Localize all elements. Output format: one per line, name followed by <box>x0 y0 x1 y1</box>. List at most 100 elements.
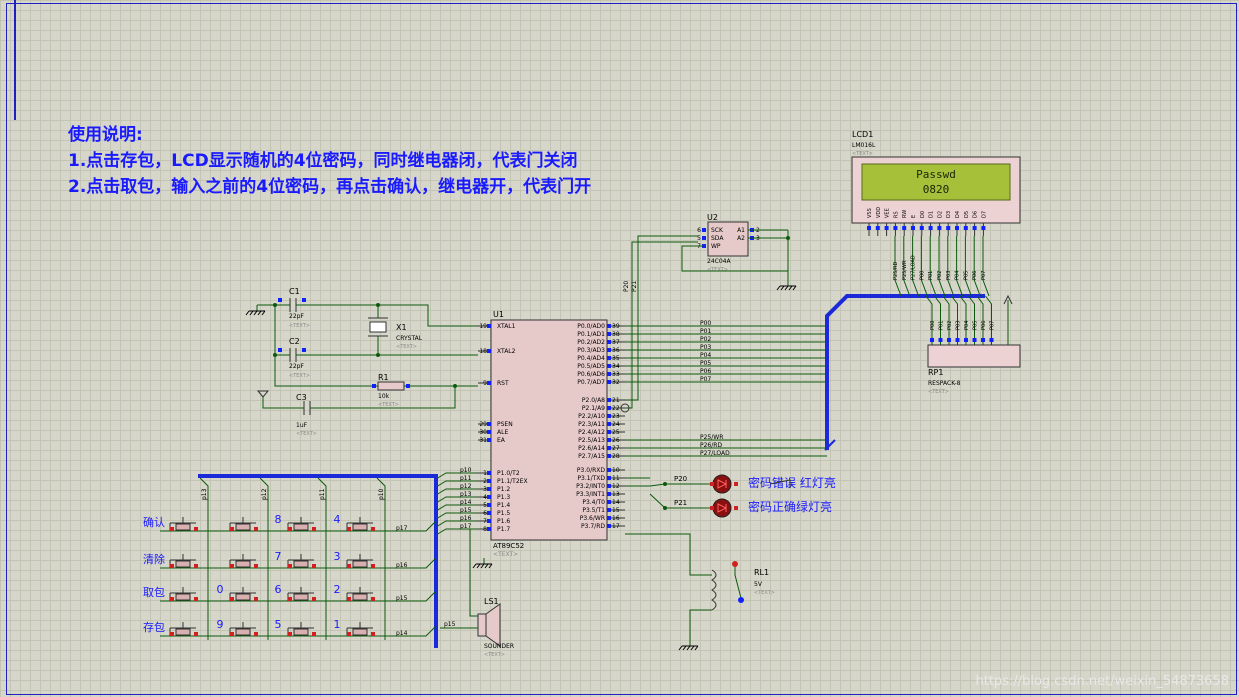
pin-marker <box>170 527 174 531</box>
rp-wire <box>959 295 967 345</box>
pin-marker <box>278 298 282 302</box>
lcd-bus-wire <box>938 236 946 297</box>
keypad-button-cap[interactable] <box>352 628 368 636</box>
relay-drive-wire <box>625 533 712 576</box>
keypad-col-wire <box>259 477 269 640</box>
keypad-button-cap[interactable] <box>235 523 251 531</box>
u2-ref: U2 <box>707 213 718 222</box>
lcd-bus-label: P25/WR <box>902 260 908 280</box>
u1-pin-num: 11 <box>612 475 620 482</box>
keypad-button-cap[interactable] <box>293 560 309 568</box>
u1-pin-name: XTAL1 <box>497 323 516 330</box>
keypad-button-cap[interactable] <box>175 628 191 636</box>
u1-pin-name: P0.7/AD7 <box>577 379 605 386</box>
pin-marker <box>302 298 306 302</box>
keypad-button-cap[interactable] <box>352 560 368 568</box>
keypad-button-cap[interactable] <box>175 560 191 568</box>
keypad-col-wire <box>317 477 327 640</box>
led-link-wire <box>649 483 666 487</box>
pin-marker <box>371 597 375 601</box>
keypad-row-name: 取包 <box>143 586 165 599</box>
keypad-button-cap[interactable] <box>352 593 368 601</box>
pin-marker <box>607 348 611 352</box>
r1-value: 10k <box>378 393 390 400</box>
keypad-button-cap[interactable] <box>175 523 191 531</box>
pin-marker <box>170 564 174 568</box>
u1-pin-num: 3 <box>483 486 487 493</box>
pin-marker <box>955 226 959 230</box>
pin-marker <box>230 597 234 601</box>
u2-pin-name: WP <box>711 243 721 250</box>
pin-marker <box>347 564 351 568</box>
p0-net-label: P07 <box>700 376 711 383</box>
pin-marker <box>288 527 292 531</box>
lcd-row1: Passwd <box>916 168 956 181</box>
rp-wire <box>951 295 958 345</box>
u2-pin-name: SDA <box>711 235 724 242</box>
lcd-pin-name: E <box>911 215 917 218</box>
rp1-tag: <TEXT> <box>928 389 949 395</box>
ls1-value: SOUNDER <box>484 643 514 650</box>
c1-ref: C1 <box>289 287 300 296</box>
keypad-button-cap[interactable] <box>352 523 368 531</box>
u2-pin-name: A2 <box>737 235 745 242</box>
u1-pin-name: P0.5/AD5 <box>577 363 605 370</box>
u1-pin-num: 33 <box>612 371 620 378</box>
pin-marker <box>312 597 316 601</box>
keypad-button-cap[interactable] <box>293 593 309 601</box>
u1-pin-name: P3.7/RD <box>581 523 605 530</box>
pin-marker <box>288 564 292 568</box>
p1-net-wire <box>435 512 478 520</box>
keypad-button-cap[interactable] <box>293 628 309 636</box>
pin-marker <box>487 438 491 442</box>
u1-pin-name: P2.2/A10 <box>578 413 605 420</box>
pin-marker <box>347 632 351 636</box>
keypad-button-cap[interactable] <box>235 628 251 636</box>
p2-net-label: P26/RD <box>700 442 722 449</box>
sounder-net-label: p15 <box>444 621 456 628</box>
u1-pin-name: P2.5/A13 <box>578 437 605 444</box>
pin-marker <box>487 324 491 328</box>
ls1-tag: <TEXT> <box>484 652 505 658</box>
keypad-button-cap[interactable] <box>293 523 309 531</box>
pin-marker <box>884 226 889 230</box>
pin-marker <box>607 446 611 450</box>
rp-net-label: P01 <box>939 321 945 330</box>
keypad-button-cap[interactable] <box>175 593 191 601</box>
keypad-row-name: 确认 <box>143 516 165 529</box>
u1-pin-name: P2.6/A14 <box>578 445 605 452</box>
led-link-wire <box>649 493 666 509</box>
p1-net-label: p12 <box>460 483 472 490</box>
x1-tag: <TEXT> <box>396 344 417 350</box>
u1-pin-num: 17 <box>612 523 620 530</box>
u1-pin-num: 12 <box>612 483 620 490</box>
pin-marker <box>607 372 611 376</box>
pin-marker <box>607 508 611 512</box>
pin-marker <box>607 414 611 418</box>
lcd-bus-wire <box>920 236 928 297</box>
keypad-button-cap[interactable] <box>235 593 251 601</box>
lcd-bus-label: P01 <box>928 271 934 280</box>
pin-marker <box>347 597 351 601</box>
lcd-bus-label: P25/RD <box>893 261 899 280</box>
pin-marker <box>487 519 491 523</box>
u1-pin-name: P2.7/A15 <box>578 453 605 460</box>
rp-net-label: P03 <box>956 321 962 330</box>
u1-pin-num: 32 <box>612 379 620 386</box>
u1-pin-name: P1.4 <box>497 502 510 509</box>
u1-pin-name: P2.0/A8 <box>582 397 605 404</box>
pin-marker <box>254 564 258 568</box>
keypad-button-cap[interactable] <box>235 560 251 568</box>
p2-net-label: P25/WR <box>700 434 723 441</box>
u1-pin-num: 38 <box>612 331 620 338</box>
pin-marker <box>607 492 611 496</box>
pin-marker <box>607 406 611 410</box>
lcd-pin-name: D0 <box>920 211 926 218</box>
pin-marker <box>893 226 898 230</box>
u1-pin-num: 26 <box>612 437 620 444</box>
rp-wire <box>942 295 950 345</box>
pin-marker <box>710 482 714 486</box>
keypad-key-label: 5 <box>275 618 282 631</box>
sounder-cone <box>485 603 501 647</box>
p20-label: P20 <box>623 281 630 292</box>
